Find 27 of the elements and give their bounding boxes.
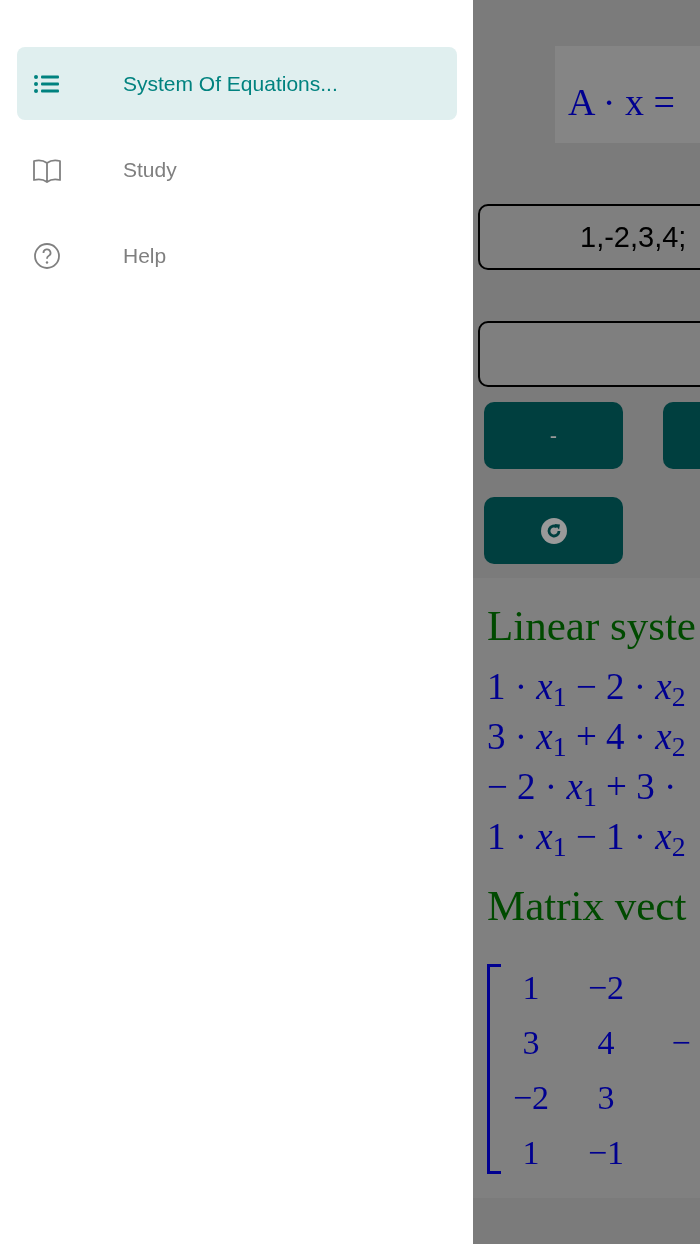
matrix-cell-text: 1 [521,968,541,1008]
input-field[interactable] [478,321,700,387]
equation: 1 · x$_{1}$ − 2 · x$_{2}$ [487,665,687,712]
minus-button[interactable]: - [484,402,623,469]
item-label: Study [123,156,177,183]
section-heading: Linear syste [487,601,697,651]
formula-text: A · x = [555,46,700,143]
matrix-cell-text: −2 [511,1078,551,1118]
item-label: Help [123,242,167,269]
matrix-cell-text: 1 [521,1133,541,1173]
equation: 1 · x$_{1}$ − 1 · x$_{2}$ [487,815,687,862]
matrix-cell-text: 3 [596,1078,616,1118]
section-heading: Matrix vect [487,881,688,931]
input-field[interactable]: 1,-2,3,4; [478,204,700,270]
matrix-cell-text: −1 [586,1133,626,1173]
equation: − 2 · x$_{1}$ + 3 · [487,765,678,812]
refresh-button[interactable] [484,497,623,564]
matrix-cell-text: − [670,1023,692,1063]
refresh-icon [539,516,568,545]
item-label: System Of Equations... [123,70,338,97]
drawer-item[interactable]: Study [17,133,457,206]
drawer-item[interactable]: System Of Equations... [17,47,457,120]
matrix-cell-text: 4 [596,1023,616,1063]
equation: 3 · x$_{1}$ + 4 · x$_{2}$ [487,715,687,762]
matrix-cell-text: 3 [521,1023,541,1063]
drawer-item[interactable]: Help [17,219,457,292]
matrix-cell-text: −2 [586,968,626,1008]
